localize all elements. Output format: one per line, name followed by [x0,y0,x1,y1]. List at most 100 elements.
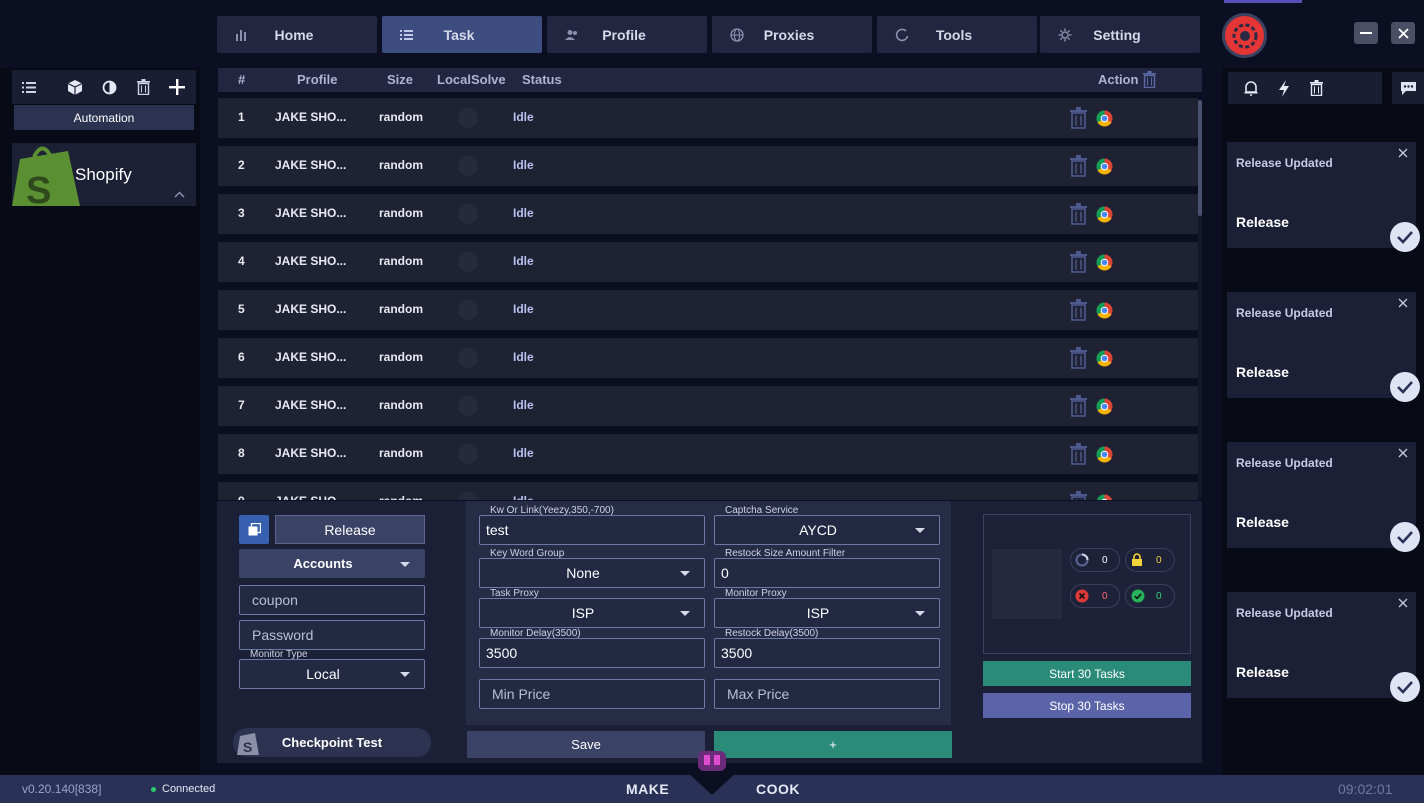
delete-task-icon[interactable] [1070,299,1087,324]
tab-tools[interactable]: Tools [877,16,1037,53]
add-task-button[interactable]: + [714,731,952,758]
delete-task-icon[interactable] [1070,107,1087,132]
monitor-proxy-select[interactable]: Monitor Proxy ISP [714,588,940,628]
shopify-bag-icon: S [12,143,82,206]
copy-mode-button[interactable] [239,515,269,544]
stop-tasks-button[interactable]: Stop 30 Tasks [983,693,1191,718]
task-proxy-select[interactable]: Task Proxy ISP [479,588,705,628]
minimize-button[interactable] [1354,22,1378,44]
half-circle-icon[interactable] [92,70,126,104]
notification-card[interactable]: Release Updated Release [1227,142,1420,252]
bell-icon[interactable] [1234,72,1267,104]
cube-icon[interactable] [58,70,92,104]
table-row[interactable]: 1 JAKE SHO... random Idle [218,98,1198,138]
list-view-icon[interactable] [12,70,46,104]
localsolve-toggle[interactable] [458,300,478,320]
monitor-type-select[interactable]: Monitor Type Local [239,649,425,689]
connection-status-dot [151,787,156,792]
tab-home[interactable]: Home [217,16,377,53]
table-row[interactable]: 2 JAKE SHO... random Idle [218,146,1198,186]
localsolve-toggle[interactable] [458,204,478,224]
chat-button[interactable] [1392,72,1424,104]
close-button[interactable] [1391,22,1415,44]
chrome-icon[interactable] [1096,446,1113,463]
success-icon [1131,589,1145,606]
keyword-group-select[interactable]: Key Word Group None [479,548,705,588]
localsolve-toggle[interactable] [458,396,478,416]
min-price-input[interactable]: Min Price [479,679,705,709]
add-icon[interactable] [160,70,194,104]
delete-task-icon[interactable] [1070,203,1087,228]
chrome-icon[interactable] [1096,158,1113,175]
localsolve-toggle[interactable] [458,252,478,272]
restock-delay-input[interactable]: Restock Delay(3500) 3500 [714,628,940,668]
chrome-icon[interactable] [1096,110,1113,127]
delete-task-icon[interactable] [1070,347,1087,372]
start-tasks-button[interactable]: Start 30 Tasks [983,661,1191,686]
check-icon[interactable] [1390,372,1420,402]
close-notification-icon[interactable] [1398,296,1408,311]
lightning-icon[interactable] [1267,72,1300,104]
row-status: Idle [513,494,534,500]
table-row[interactable]: 4 JAKE SHO... random Idle [218,242,1198,282]
password-input[interactable]: Password [239,620,425,650]
table-row[interactable]: 9 JAKE SHO... random Idle [218,482,1198,500]
trash-icon[interactable] [126,70,160,104]
notification-card[interactable]: Release Updated Release [1227,442,1420,552]
close-notification-icon[interactable] [1398,446,1408,461]
accounts-select[interactable]: Accounts [239,549,425,578]
chrome-icon[interactable] [1096,254,1113,271]
tab-task[interactable]: Task [382,16,542,53]
save-button[interactable]: Save [467,731,705,758]
chrome-icon[interactable] [1096,350,1113,367]
notification-title: Release Updated [1236,156,1333,170]
release-mode-button[interactable]: Release [275,515,425,544]
column-header-profile: Profile [297,72,338,87]
row-size: random [379,446,424,460]
max-price-input[interactable]: Max Price [714,679,940,709]
delete-all-icon[interactable] [1143,71,1156,91]
automation-button[interactable]: Automation [14,105,194,130]
status-bar: v0.20.140[838] Connected MAKE COOK 09:02… [0,751,1424,803]
localsolve-toggle[interactable] [458,348,478,368]
tab-profile[interactable]: Profile [547,16,707,53]
close-notification-icon[interactable] [1398,146,1408,161]
checkpoint-test-button[interactable]: S Checkpoint Test [233,728,431,757]
localsolve-toggle[interactable] [458,492,478,500]
check-icon[interactable] [1390,672,1420,702]
chrome-icon[interactable] [1096,494,1113,500]
localsolve-toggle[interactable] [458,108,478,128]
check-icon[interactable] [1390,222,1420,252]
captcha-service-select[interactable]: Captcha Service AYCD [714,505,940,545]
chevron-up-icon[interactable] [174,185,185,203]
restock-size-filter-input[interactable]: Restock Size Amount Filter 0 [714,548,940,588]
localsolve-toggle[interactable] [458,156,478,176]
table-row[interactable]: 7 JAKE SHO... random Idle [218,386,1198,426]
localsolve-toggle[interactable] [458,444,478,464]
tab-setting[interactable]: Setting [1040,16,1200,53]
chrome-icon[interactable] [1096,302,1113,319]
monitor-delay-input[interactable]: Monitor Delay(3500) 3500 [479,628,705,668]
keyword-link-input[interactable]: Kw Or Link(Yeezy,350,-700) test [479,505,705,545]
notification-card[interactable]: Release Updated Release [1227,592,1420,702]
tab-proxies[interactable]: Proxies [712,16,872,53]
table-row[interactable]: 6 JAKE SHO... random Idle [218,338,1198,378]
delete-task-icon[interactable] [1070,491,1087,500]
table-scrollbar-thumb[interactable] [1198,100,1202,216]
check-icon[interactable] [1390,522,1420,552]
table-row[interactable]: 8 JAKE SHO... random Idle [218,434,1198,474]
delete-task-icon[interactable] [1070,395,1087,420]
coupon-input[interactable]: coupon [239,585,425,615]
chrome-icon[interactable] [1096,398,1113,415]
delete-task-icon[interactable] [1070,251,1087,276]
sidebar-group-shopify[interactable]: S Shopify [12,143,196,206]
table-row[interactable]: 3 JAKE SHO... random Idle [218,194,1198,234]
delete-task-icon[interactable] [1070,155,1087,180]
chrome-icon[interactable] [1096,206,1113,223]
close-notification-icon[interactable] [1398,596,1408,611]
checkpoint-test-label: Checkpoint Test [281,735,383,750]
trash-icon[interactable] [1300,72,1333,104]
notification-card[interactable]: Release Updated Release [1227,292,1420,402]
delete-task-icon[interactable] [1070,443,1087,468]
table-row[interactable]: 5 JAKE SHO... random Idle [218,290,1198,330]
